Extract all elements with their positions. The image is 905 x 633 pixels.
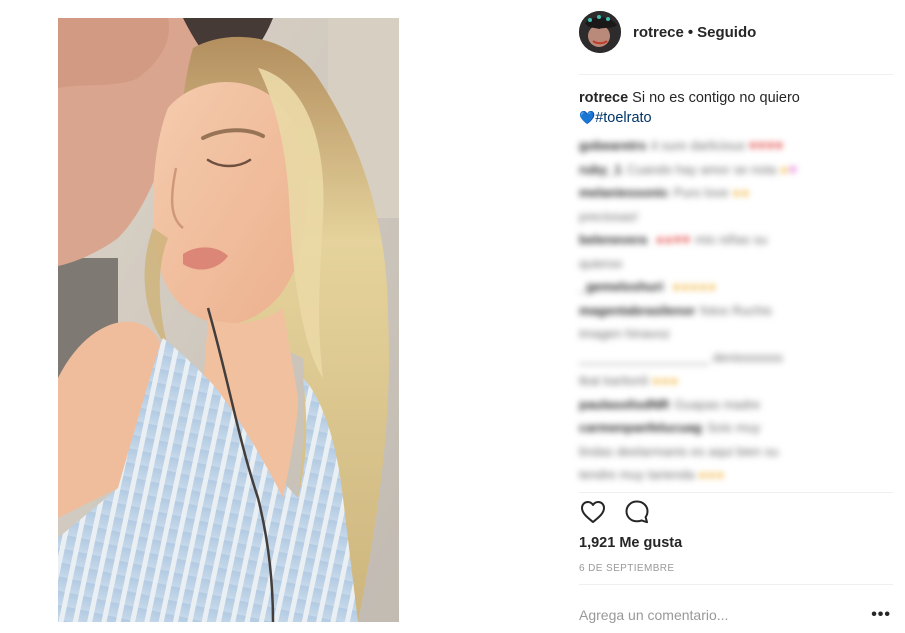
comment-text: tendre muy tarienda <box>579 467 695 482</box>
comment-item: imagen hinavoz <box>579 322 889 346</box>
comment-username[interactable]: carmenpanfelucuag <box>579 420 702 435</box>
follow-status[interactable]: Seguido <box>697 24 756 41</box>
comment-emoji: ● <box>780 161 790 177</box>
comment-item: lindas deelarmanis es aqui bien su <box>579 440 889 464</box>
post-header: rotrece • Seguido <box>579 10 756 54</box>
comment-button[interactable] <box>623 498 651 526</box>
comment-text: Puro love <box>673 185 729 200</box>
comment-username[interactable]: _gemeloshuri <box>579 279 664 294</box>
comment-text: Sois muy <box>706 420 761 435</box>
more-options-button[interactable]: ••• <box>871 606 893 624</box>
comment-item: preciosas! <box>579 205 889 229</box>
caption-hashtag[interactable]: #toelrato <box>595 110 651 126</box>
comment-item: _gemeloshuri ●●●●● <box>579 275 889 299</box>
comment-text: preciosas! <box>579 208 639 224</box>
comment-item: tendre muy tarienda ●●● <box>579 463 889 487</box>
comment-item: magentabrasilenor fotos Ruchis <box>579 299 889 323</box>
comment-item: carmenpanfelucuag Sois muy <box>579 416 889 440</box>
comment-text: Cuando hay amor se nota <box>626 161 777 177</box>
comment-item: gobearetrs it sure darlicious ♥♥♥♥ <box>579 134 889 158</box>
header-username[interactable]: rotrece <box>633 24 684 41</box>
actions-divider <box>579 492 893 493</box>
comment-text: fotos Ruchis <box>700 302 772 318</box>
comments-list: gobearetrs it sure darlicious ♥♥♥♥ ruby_1 Cu… <box>579 134 889 492</box>
comment-item: melaniessonic Puro love ●● <box>579 181 889 205</box>
comment-text: Guapas madre <box>674 396 761 412</box>
post-caption: rotrece Si no es contigo no quiero 💙#toel… <box>579 88 879 128</box>
add-comment-input[interactable] <box>579 607 839 623</box>
avatar[interactable] <box>579 11 621 53</box>
comment-item: paulasolisdNR Guapas madre <box>579 393 889 417</box>
comment-text: tkat karitoriii <box>579 373 649 388</box>
comment-username[interactable]: magentabrasilenor <box>579 303 695 318</box>
comment-emoji: ●●● <box>652 373 679 388</box>
header-divider <box>579 74 893 75</box>
comment-text: imagen hinavoz <box>579 326 671 341</box>
comment-divider <box>579 584 893 585</box>
heart-outline-icon <box>581 501 605 523</box>
comment-username[interactable]: belenevera <box>579 232 647 247</box>
post-date: 6 DE SEPTIEMBRE <box>579 563 675 574</box>
comment-bubble-icon <box>625 500 649 524</box>
header-text: rotrece • Seguido <box>633 24 756 41</box>
like-button[interactable] <box>579 498 607 526</box>
comment-username[interactable]: ruby_1 <box>579 162 622 177</box>
comment-emoji: ♥♥♥♥ <box>749 138 785 153</box>
comment-emoji: ♥ <box>789 161 797 177</box>
add-comment-bar: ••• <box>579 603 893 627</box>
comment-text: it sure darlicious <box>651 138 746 153</box>
comment-text: __________________ denisssssss <box>579 349 783 365</box>
post-side-panel: rotrece • Seguido rotrece Si no es contigo … <box>579 0 893 633</box>
comment-item: __________________ denisssssss <box>579 346 889 370</box>
comment-username[interactable]: melaniessonic <box>579 185 669 200</box>
comment-item: belenevera ●●♥♥ mis niñas su <box>579 228 889 252</box>
comment-username[interactable]: gobearetrs <box>579 138 646 153</box>
comment-text: quieroo <box>579 255 623 271</box>
comment-item: tkat karitoriii ●●● <box>579 369 889 393</box>
comment-item: quieroo <box>579 252 889 276</box>
comment-emoji: ●●●●● <box>672 279 717 294</box>
caption-username[interactable]: rotrece <box>579 90 628 106</box>
comment-emoji: ●● <box>732 185 751 200</box>
comment-item: ruby_1 Cuando hay amor se nota ●♥ <box>579 158 889 182</box>
caption-text: Si no es contigo no quiero <box>632 90 800 106</box>
comment-text: mis niñas su <box>695 232 768 247</box>
comment-username[interactable]: paulasolisdNR <box>579 397 669 412</box>
post-photo[interactable] <box>58 18 399 622</box>
likes-count[interactable]: 1,921 Me gusta <box>579 535 682 551</box>
comment-emoji: ●●♥♥ <box>655 232 692 247</box>
header-separator: • <box>687 23 694 41</box>
post-page: rotrece • Seguido rotrece Si no es contigo … <box>0 0 905 633</box>
action-bar <box>579 498 667 526</box>
blue-heart-icon: 💙 <box>579 110 596 125</box>
comment-text: lindas deelarmanis es aqui bien su <box>579 443 779 459</box>
comment-emoji: ●●● <box>698 467 726 482</box>
